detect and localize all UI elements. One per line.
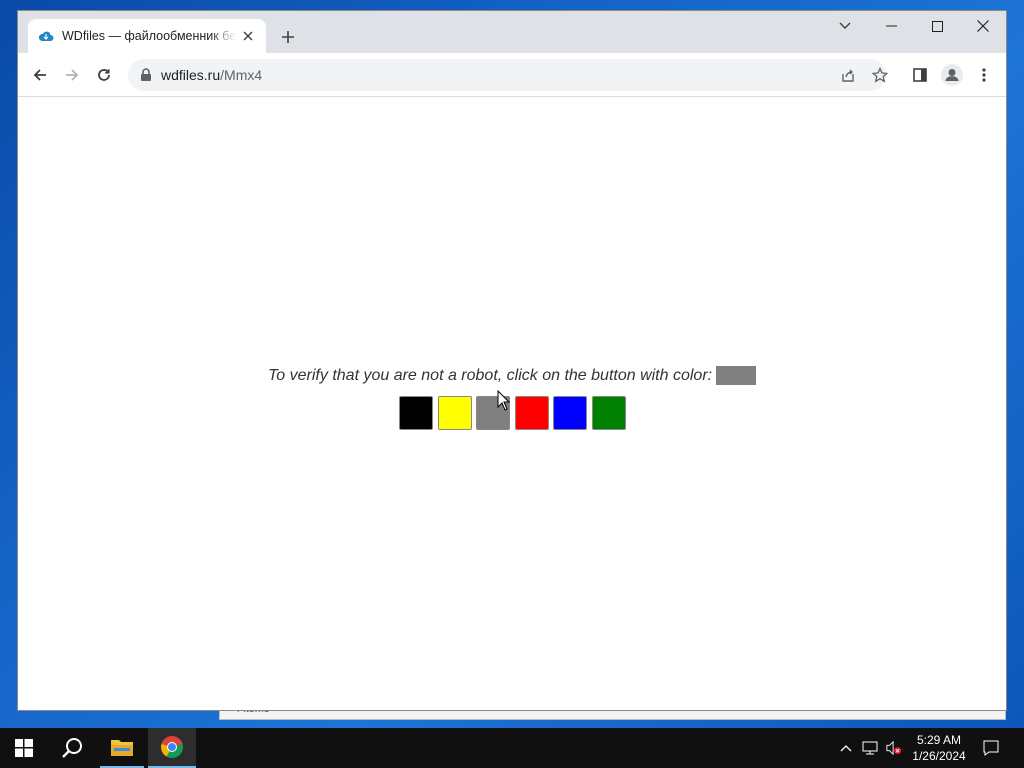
tab-title: WDfiles — файлообменник бесплатный (62, 29, 236, 43)
chrome-window: WDfiles — файлообменник бесплатный (17, 10, 1007, 711)
target-color-swatch (716, 366, 756, 385)
start-button[interactable] (0, 728, 48, 768)
clock-time: 5:29 AM (916, 733, 962, 747)
address-bar[interactable]: wdfiles.ru/Mmx4 (128, 59, 888, 91)
profile-avatar-icon[interactable] (940, 63, 964, 87)
browser-toolbar: wdfiles.ru/Mmx4 (18, 53, 1006, 97)
side-panel-icon[interactable] (908, 63, 932, 87)
system-clock[interactable]: 5:29 AM 1/26/2024 (906, 732, 972, 764)
share-icon[interactable] (838, 65, 858, 85)
kebab-menu-icon[interactable] (972, 63, 996, 87)
close-tab-icon[interactable] (240, 28, 256, 44)
new-tab-button[interactable] (276, 25, 300, 49)
url-text[interactable]: wdfiles.ru/Mmx4 (161, 67, 262, 83)
tab-search-chevron-icon[interactable] (822, 11, 868, 41)
network-icon[interactable] (862, 740, 878, 756)
bookmark-star-icon[interactable] (870, 65, 890, 85)
chevron-up-icon[interactable] (838, 740, 854, 756)
taskbar: 5:29 AM 1/26/2024 (0, 728, 1024, 768)
search-icon[interactable] (48, 728, 96, 768)
captcha-instruction: To verify that you are not a robot, clic… (268, 367, 713, 384)
forward-arrow-icon[interactable] (60, 63, 84, 87)
chrome-taskbar-icon[interactable] (148, 728, 196, 768)
tab-strip: WDfiles — файлообменник бесплатный (18, 11, 1006, 53)
color-button-green[interactable] (591, 396, 626, 430)
file-explorer-icon[interactable] (100, 728, 144, 768)
page-content: To verify that you are not a robot, clic… (18, 98, 1006, 710)
close-window-icon[interactable] (960, 11, 1006, 41)
mouse-cursor-icon (497, 389, 511, 417)
color-button-yellow[interactable] (437, 396, 472, 430)
clock-date: 1/26/2024 (912, 749, 966, 763)
lock-icon[interactable] (140, 68, 154, 82)
minimize-icon[interactable] (868, 11, 914, 41)
notification-icon[interactable] (983, 740, 999, 756)
color-button-blue[interactable] (553, 396, 587, 430)
windows-logo-icon (15, 739, 33, 757)
cloud-favicon-icon (38, 28, 54, 44)
back-arrow-icon[interactable] (28, 63, 52, 87)
volume-muted-icon[interactable] (886, 740, 902, 756)
reload-icon[interactable] (92, 63, 116, 87)
maximize-icon[interactable] (914, 11, 960, 41)
color-button-red[interactable] (514, 396, 549, 430)
color-button-black[interactable] (399, 396, 433, 430)
browser-tab[interactable]: WDfiles — файлообменник бесплатный (28, 19, 266, 53)
